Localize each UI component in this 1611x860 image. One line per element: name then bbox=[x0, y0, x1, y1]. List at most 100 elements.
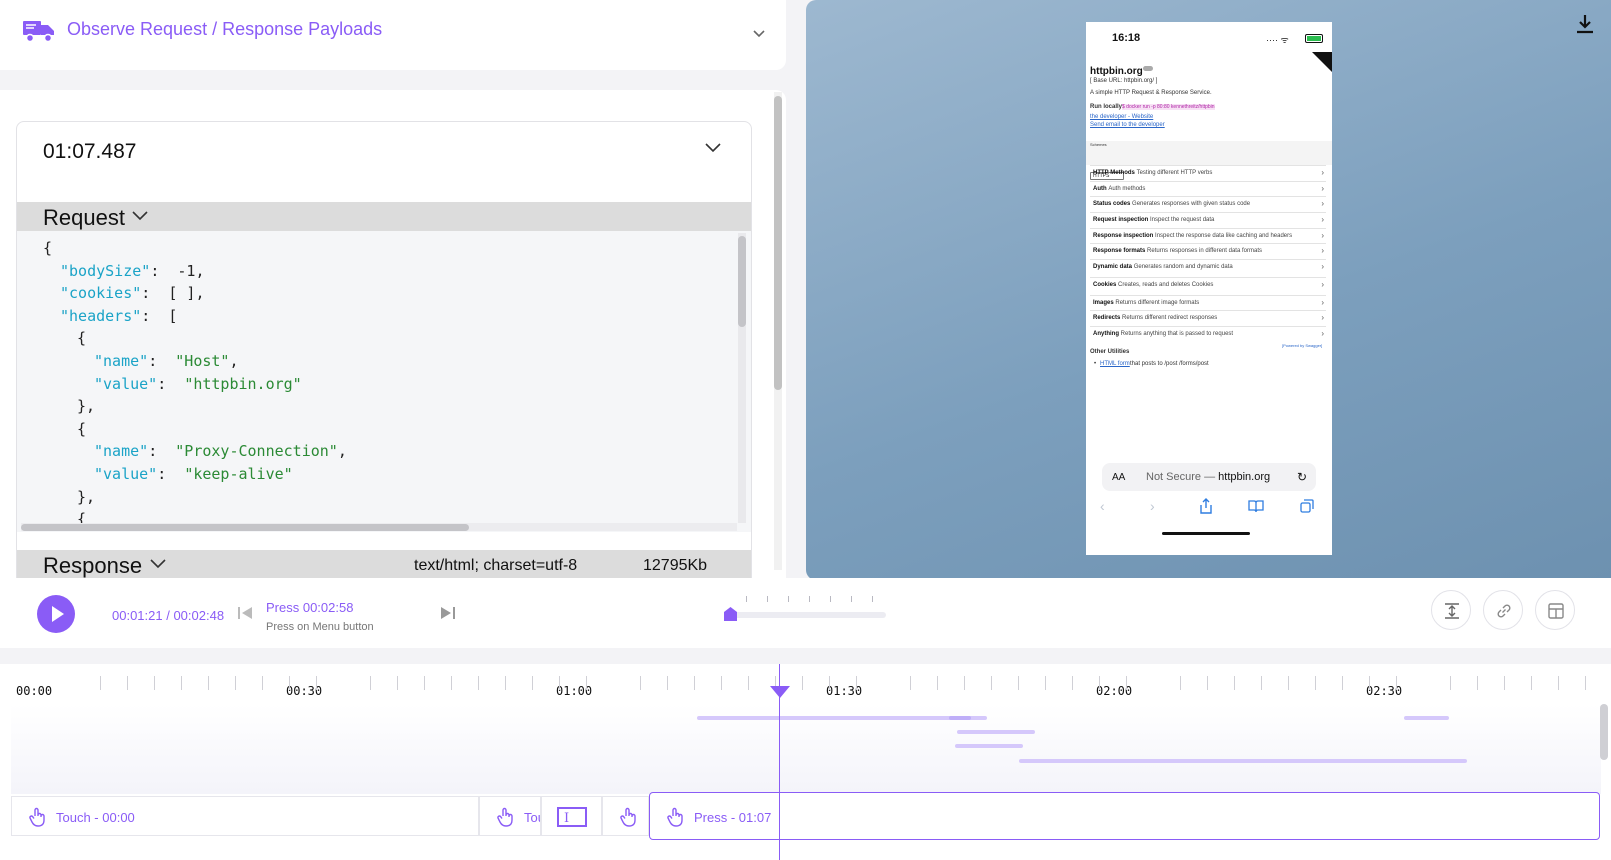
speed-tick bbox=[809, 596, 810, 602]
operation-desc: Testing different HTTP verbs bbox=[1136, 170, 1213, 176]
fit-view-button[interactable] bbox=[1431, 590, 1471, 630]
operation-row[interactable]: Response formats Returns responses in di… bbox=[1090, 243, 1326, 259]
minor-tick bbox=[1180, 676, 1181, 690]
request-json-line: { bbox=[77, 329, 86, 347]
minor-tick bbox=[1315, 676, 1316, 690]
device-screen[interactable]: 16:18 ···· ᯤ httpbin.org [ Base URL: htt… bbox=[1086, 22, 1332, 555]
timeline-segment[interactable] bbox=[1404, 716, 1449, 720]
request-vertical-scrollbar[interactable] bbox=[738, 233, 746, 523]
back-icon[interactable]: ‹ bbox=[1100, 498, 1105, 514]
json-punct: }, bbox=[77, 397, 96, 416]
next-event-icon[interactable] bbox=[440, 606, 456, 620]
share-icon[interactable] bbox=[1199, 498, 1213, 514]
operation-row[interactable]: Redirects Returns different redirect res… bbox=[1090, 310, 1326, 326]
operation-row[interactable]: Cookies Creates, reads and deletes Cooki… bbox=[1090, 277, 1326, 293]
request-json-line: "cookies": [ ], bbox=[60, 284, 205, 302]
request-json-line: }, bbox=[77, 397, 95, 415]
timeline-segment[interactable] bbox=[955, 744, 1023, 748]
timeline-segment[interactable] bbox=[1019, 759, 1467, 763]
timeline-segment[interactable] bbox=[697, 716, 987, 720]
layout-button[interactable] bbox=[1535, 590, 1575, 630]
tabs-icon[interactable] bbox=[1300, 499, 1314, 513]
chevron-right-icon: › bbox=[1321, 280, 1324, 289]
json-punct: }, bbox=[77, 487, 96, 506]
event-touch[interactable]: Tou bbox=[479, 796, 541, 836]
event-title: Press 00:02:58 bbox=[266, 600, 354, 615]
minor-tick bbox=[694, 676, 695, 690]
time-label: 00:00 bbox=[16, 684, 53, 698]
json-punct: : bbox=[148, 352, 176, 370]
operation-desc: Returns different image formats bbox=[1115, 300, 1200, 306]
operation-row[interactable]: Images Returns different image formats › bbox=[1090, 295, 1326, 311]
operation-name: Response formats bbox=[1093, 248, 1146, 254]
minor-tick bbox=[640, 676, 641, 690]
operation-desc: Creates, reads and deletes Cookies bbox=[1118, 282, 1214, 288]
bullet: • bbox=[1094, 361, 1097, 367]
payloads-header[interactable]: Observe Request / Response Payloads bbox=[0, 0, 786, 70]
minor-tick bbox=[1504, 676, 1505, 690]
operation-row[interactable]: Dynamic data Generates random and dynami… bbox=[1090, 259, 1326, 275]
minor-tick bbox=[1072, 676, 1073, 690]
reader-aa[interactable]: AA bbox=[1112, 472, 1125, 483]
chevron-down-icon[interactable] bbox=[149, 558, 167, 570]
developer-link[interactable]: the developer - Website bbox=[1090, 114, 1153, 120]
timeline[interactable]: 00:00 00:30 01:00 01:30 02:00 02:30 Touch - 0… bbox=[0, 664, 1611, 860]
speed-tick bbox=[767, 596, 768, 602]
json-punct: : [ ], bbox=[141, 284, 205, 303]
panel-scrollbar[interactable] bbox=[774, 92, 782, 570]
minor-tick bbox=[532, 676, 533, 690]
minor-tick bbox=[127, 676, 128, 690]
download-icon[interactable] bbox=[1573, 12, 1597, 36]
minor-tick bbox=[316, 676, 317, 690]
operation-row[interactable]: Auth Auth methods › bbox=[1090, 181, 1326, 197]
operation-row[interactable]: Response inspection Inspect the response… bbox=[1090, 228, 1326, 244]
timeline-segment[interactable] bbox=[957, 730, 1035, 734]
request-section-header[interactable]: Request bbox=[17, 202, 751, 231]
forward-icon[interactable]: › bbox=[1150, 498, 1155, 514]
operation-row[interactable]: Anything Returns anything that is passed… bbox=[1090, 326, 1326, 342]
event-text-input[interactable]: I bbox=[541, 796, 602, 836]
timeline-lanes bbox=[11, 704, 1601, 794]
minor-tick bbox=[1477, 676, 1478, 690]
operation-row[interactable]: HTTP Methods Testing different HTTP verb… bbox=[1090, 165, 1326, 181]
timeline-scrollbar[interactable] bbox=[1600, 704, 1608, 760]
operation-row[interactable]: Request inspection Inspect the request d… bbox=[1090, 212, 1326, 228]
email-link[interactable]: Send email to the developer bbox=[1090, 122, 1165, 128]
url-text: Not Secure — httpbin.org bbox=[1146, 471, 1270, 483]
copy-link-button[interactable] bbox=[1483, 590, 1523, 630]
site-title: httpbin.org bbox=[1090, 66, 1143, 77]
bookmarks-icon[interactable] bbox=[1248, 500, 1264, 513]
event-touch[interactable]: Touch - 00:00 bbox=[11, 796, 479, 836]
entry-time: 01:07.487 bbox=[43, 140, 137, 163]
browser-url-bar[interactable]: AA Not Secure — httpbin.org ↻ bbox=[1102, 463, 1316, 491]
hand-pointer-icon bbox=[667, 807, 683, 827]
minor-tick bbox=[262, 676, 263, 690]
json-string: "keep-alive" bbox=[184, 465, 293, 483]
response-section-header[interactable]: Response text/html; charset=utf-8 12795K… bbox=[17, 550, 751, 579]
minor-tick bbox=[829, 676, 830, 690]
speed-slider-handle[interactable] bbox=[724, 607, 737, 621]
tagline: A simple HTTP Request & Response Service… bbox=[1090, 90, 1212, 96]
minor-tick bbox=[1558, 676, 1559, 690]
speed-slider[interactable] bbox=[726, 612, 886, 618]
chevron-down-icon[interactable] bbox=[704, 140, 722, 154]
request-horizontal-scrollbar[interactable] bbox=[21, 523, 737, 531]
chevron-down-icon[interactable] bbox=[752, 26, 766, 40]
text-cursor-icon: I bbox=[557, 807, 587, 827]
operation-row[interactable]: Status codes Generates responses with gi… bbox=[1090, 196, 1326, 212]
previous-event-icon[interactable] bbox=[237, 606, 253, 620]
chevron-down-icon[interactable] bbox=[131, 210, 149, 222]
reload-icon[interactable]: ↻ bbox=[1297, 470, 1307, 484]
chevron-right-icon: › bbox=[1321, 168, 1324, 177]
event-label: Press - 01:07 bbox=[694, 810, 772, 825]
event-press-active[interactable]: Press - 01:07 bbox=[649, 792, 1600, 840]
speed-tick bbox=[788, 596, 789, 602]
playhead-handle[interactable] bbox=[770, 686, 790, 698]
minor-tick bbox=[1207, 676, 1208, 690]
event-touch[interactable] bbox=[602, 796, 649, 836]
play-button[interactable] bbox=[37, 595, 75, 633]
timeline-segment[interactable] bbox=[949, 716, 971, 720]
html-form-link[interactable]: HTML form bbox=[1100, 361, 1130, 367]
minor-tick bbox=[559, 676, 560, 690]
operation-name: Redirects bbox=[1093, 315, 1121, 321]
